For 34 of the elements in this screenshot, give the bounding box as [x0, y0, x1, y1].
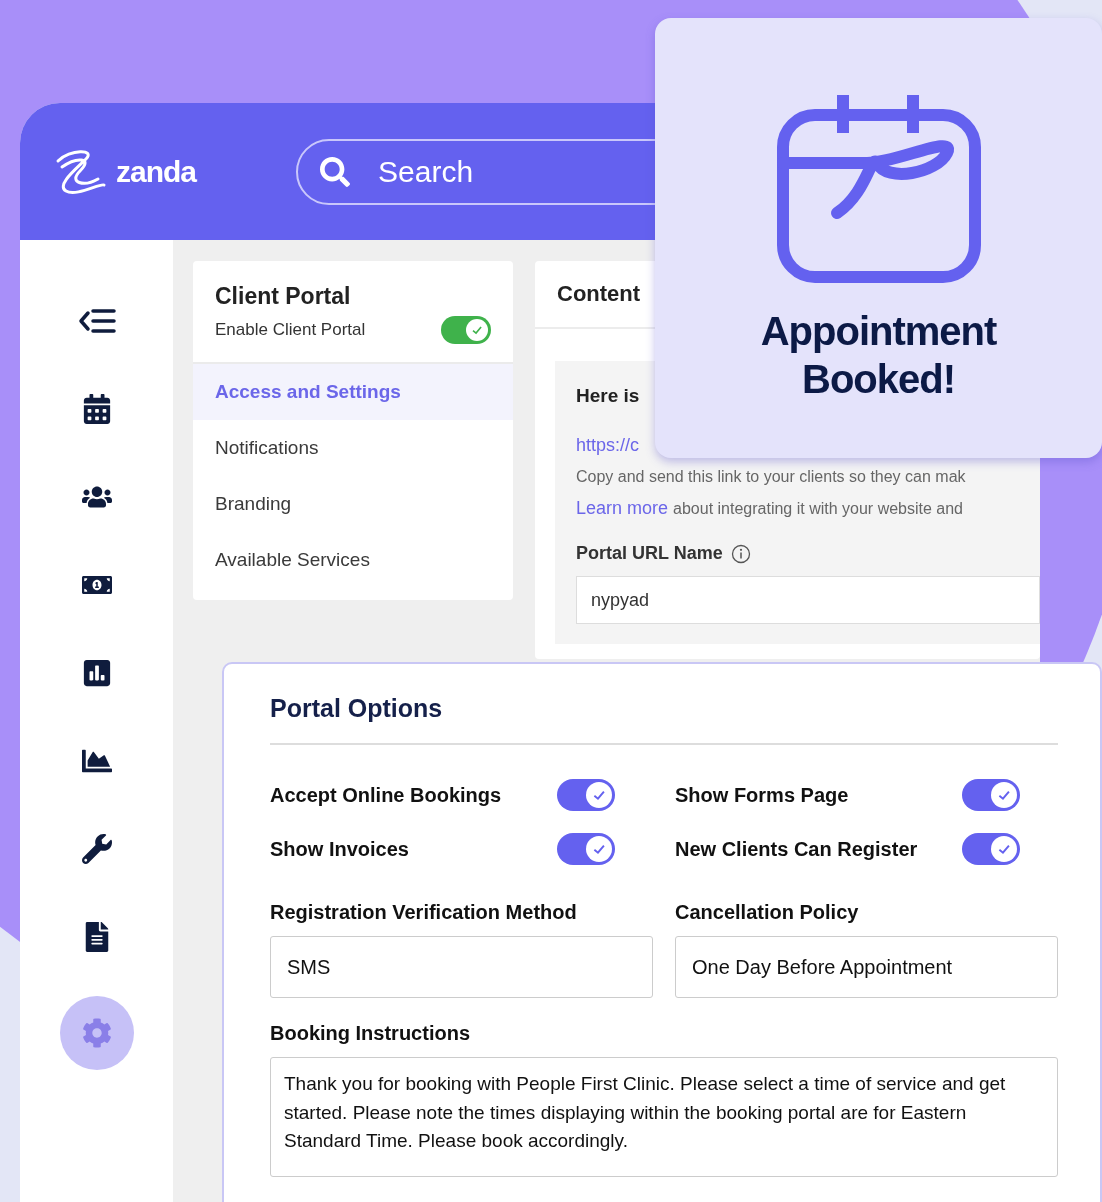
- toggle-label: Show Forms Page: [675, 783, 849, 807]
- toggle-label: Accept Online Bookings: [270, 783, 502, 807]
- text-area[interactable]: Thank you for booking with People First Clinic. Please select a time of service and get started. Please note the times displaying within the booking portal are for Eastern Standard Time. Please book accordingly.: [270, 1057, 1058, 1177]
- toggle-label: Show Invoices: [270, 837, 409, 861]
- input-field[interactable]: One Day Before Appointment: [675, 936, 1058, 998]
- nav-item[interactable]: Access and Settings: [193, 364, 513, 420]
- field-label: Portal URL Name: [576, 543, 723, 564]
- field-label: Registration Verification Method: [270, 901, 578, 924]
- input-field[interactable]: nypyad: [576, 576, 1040, 624]
- input-field[interactable]: SMS: [270, 936, 653, 998]
- calendar-icon: [776, 93, 981, 283]
- bar-chart-icon: [81, 658, 112, 688]
- toggle-switch[interactable]: [962, 779, 1020, 811]
- card-title: Portal Options: [270, 694, 1058, 745]
- field-label: Booking Instructions: [270, 1022, 471, 1045]
- help-text: Copy and send this link to your clients so they can mak: [576, 468, 967, 486]
- toggle-switch[interactable]: [962, 833, 1020, 865]
- toggle-switch[interactable]: [557, 779, 615, 811]
- field-label: Cancellation Policy: [675, 901, 860, 924]
- collapse-menu-icon: [77, 306, 116, 336]
- logo-text: zanda: [116, 154, 197, 189]
- search-icon: [320, 156, 351, 187]
- help-text: about integrating it with your website and: [673, 500, 963, 518]
- settings-icon: [81, 1018, 112, 1048]
- toggle-label: New Clients Can Register: [675, 837, 918, 861]
- toggle-label: Enable Client Portal: [215, 320, 366, 340]
- toggle-switch[interactable]: [557, 833, 615, 865]
- calendar-icon: [81, 394, 112, 424]
- panel-heading: Here is: [576, 385, 641, 407]
- info-icon: [730, 543, 751, 564]
- learn-more-link[interactable]: Learn more: [576, 498, 669, 519]
- card-title: Client Portal: [215, 283, 352, 310]
- toggle-switch[interactable]: [441, 316, 491, 344]
- wrench-icon: [81, 834, 112, 864]
